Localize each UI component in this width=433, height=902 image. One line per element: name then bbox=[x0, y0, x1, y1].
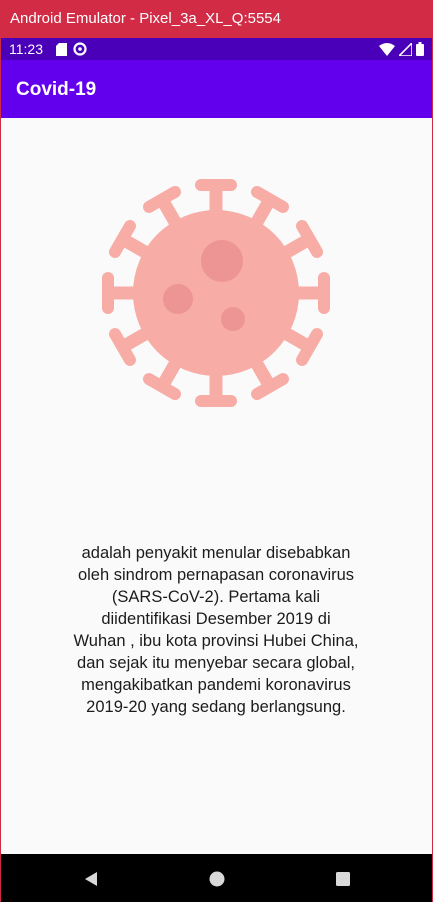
back-icon[interactable] bbox=[82, 870, 100, 888]
emulator-title: Android Emulator - Pixel_3a_XL_Q:5554 bbox=[10, 10, 281, 27]
recents-icon[interactable] bbox=[334, 870, 352, 888]
signal-icon bbox=[399, 42, 412, 56]
device-screen: 11:23 Covid-19 adalah penyakit menular d… bbox=[1, 38, 432, 902]
wifi-icon bbox=[379, 42, 395, 56]
main-content: adalah penyakit menular disebabkan oleh … bbox=[1, 118, 432, 854]
covid-description: adalah penyakit menular disebabkan oleh … bbox=[73, 544, 359, 716]
battery-icon bbox=[416, 42, 424, 56]
virus-icon bbox=[102, 179, 330, 407]
navigation-bar bbox=[1, 854, 432, 902]
emulator-title-bar: Android Emulator - Pixel_3a_XL_Q:5554 bbox=[0, 0, 433, 38]
sd-card-icon bbox=[56, 42, 67, 56]
home-icon[interactable] bbox=[208, 870, 226, 888]
app-title: Covid-19 bbox=[16, 79, 97, 100]
data-saver-icon bbox=[73, 42, 87, 56]
app-bar: Covid-19 bbox=[1, 60, 432, 118]
status-bar: 11:23 bbox=[1, 38, 432, 60]
status-time: 11:23 bbox=[9, 41, 43, 57]
